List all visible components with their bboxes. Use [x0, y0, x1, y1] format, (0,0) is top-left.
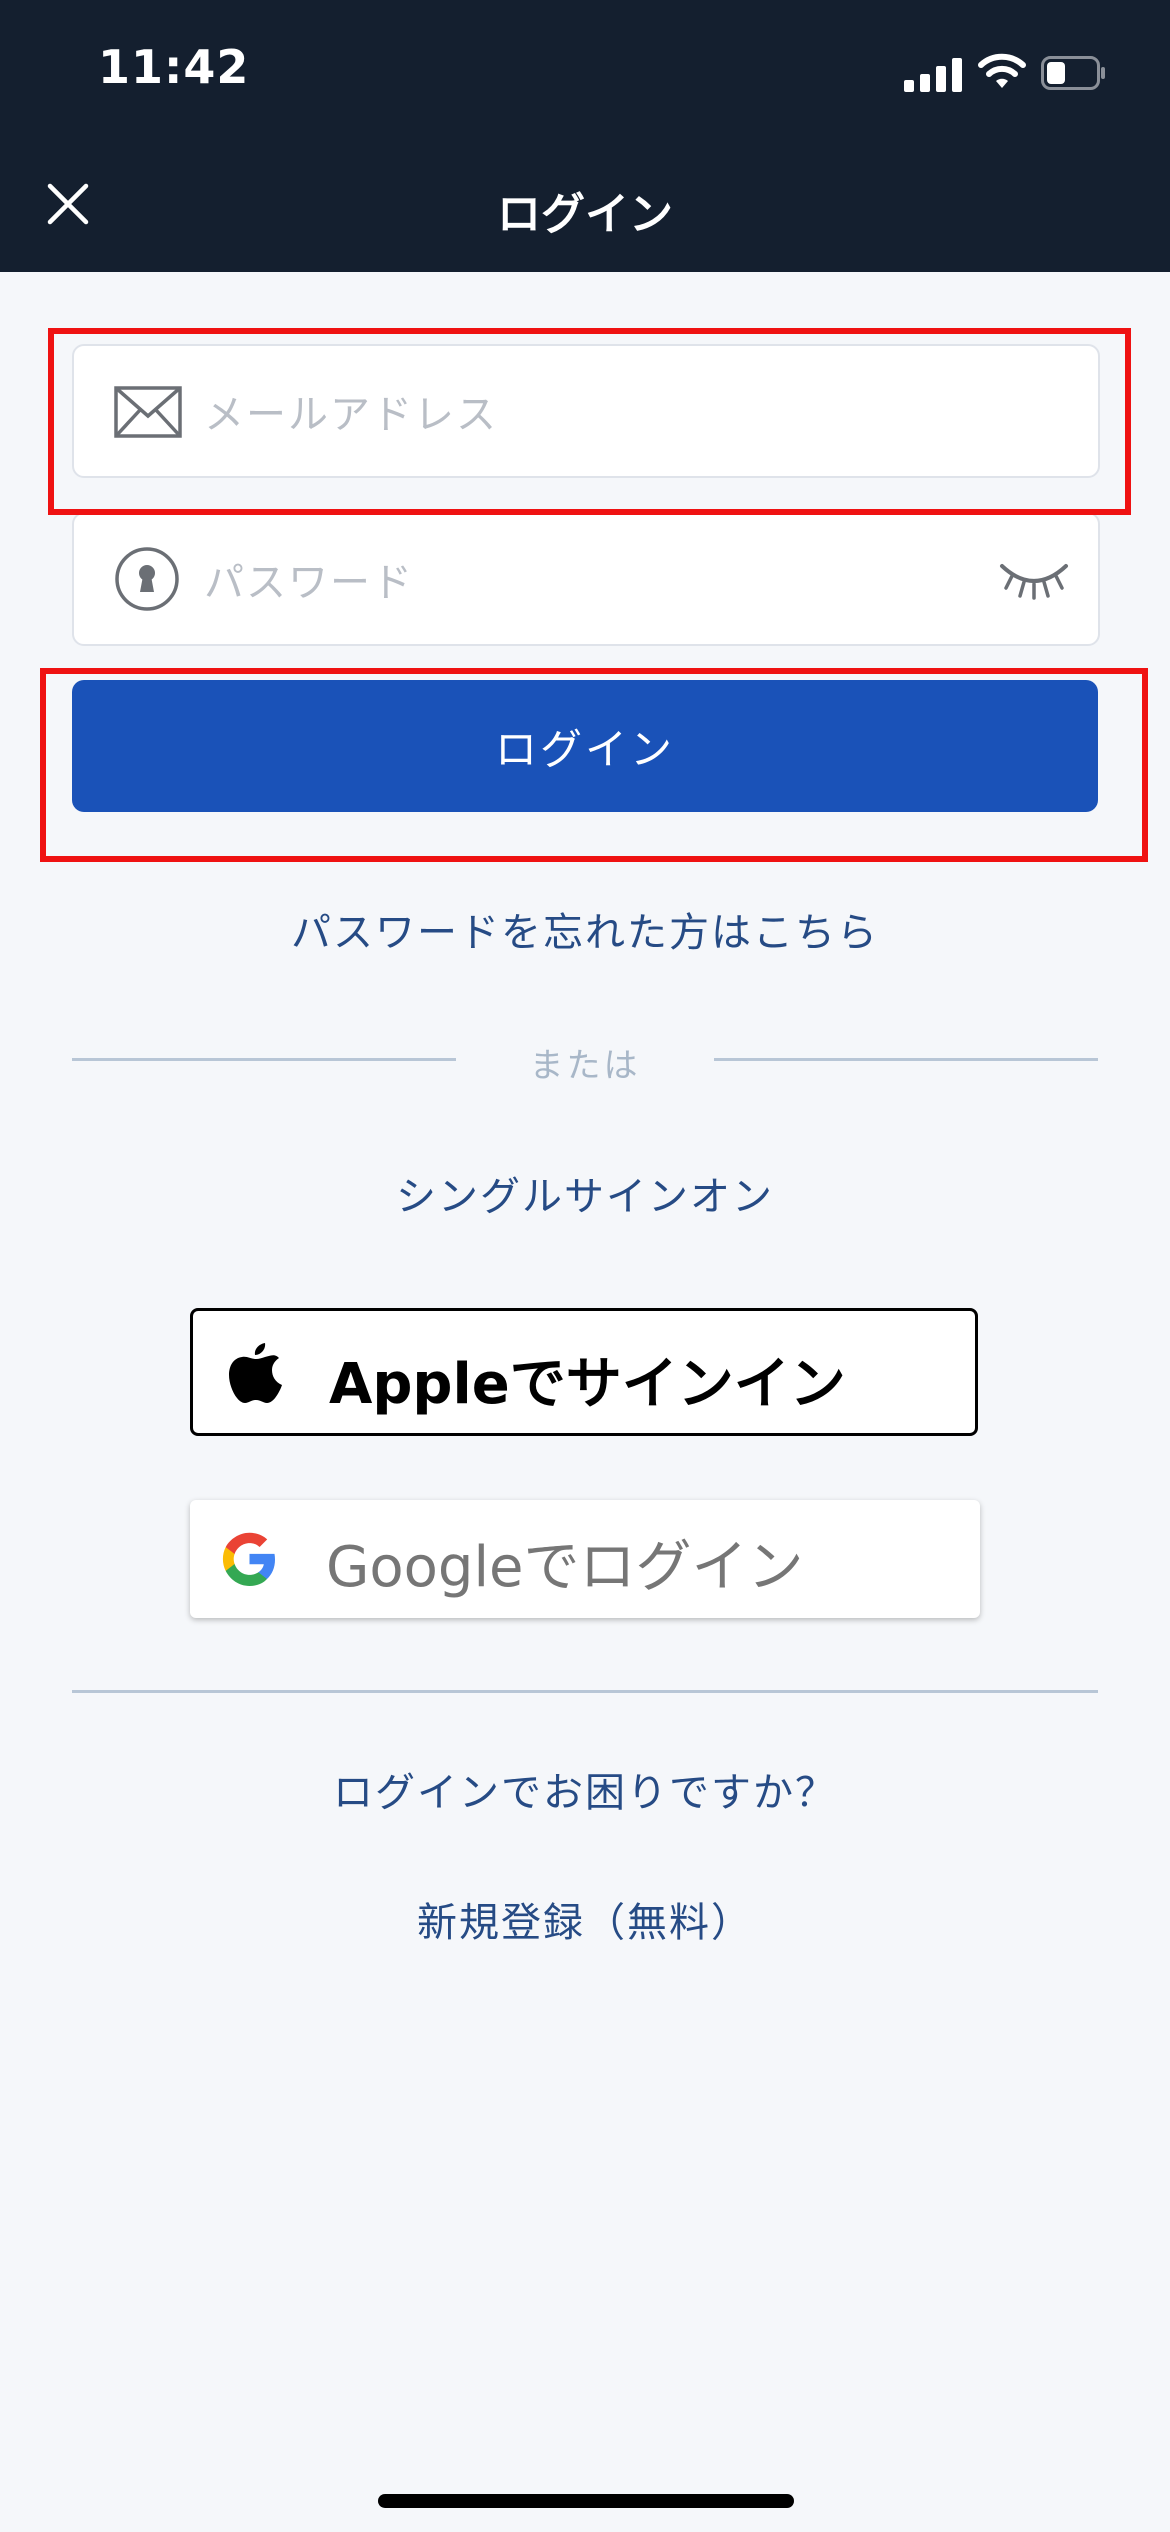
signal-icon: [904, 56, 962, 92]
password-placeholder: パスワード: [204, 560, 414, 606]
apple-signin-label: Appleでサインイン: [329, 1352, 846, 1417]
divider-bottom: [72, 1690, 1098, 1693]
google-label-brand: Google: [326, 1535, 524, 1600]
email-highlight-box: [48, 328, 1131, 515]
page-title: ログイン: [497, 189, 673, 240]
google-label-rest: でログイン: [523, 1535, 804, 1600]
apple-signin-button[interactable]: Appleでサインイン: [190, 1308, 978, 1436]
battery-icon: [1041, 56, 1105, 90]
login-help-link[interactable]: ログインでお困りですか？: [0, 1760, 1170, 1818]
or-separator-label: または: [529, 1046, 641, 1086]
forgot-password-link[interactable]: パスワードを忘れた方はこちら: [0, 900, 1170, 958]
keyhole-icon: [115, 547, 179, 611]
status-time: 11:42: [98, 40, 250, 94]
register-link[interactable]: 新規登録（無料）: [0, 1890, 1170, 1948]
home-indicator: [378, 2494, 794, 2508]
sso-link[interactable]: シングルサインオン: [0, 1164, 1170, 1222]
google-login-label: Googleでログイン: [326, 1522, 803, 1603]
google-login-button[interactable]: Googleでログイン: [190, 1500, 980, 1618]
wifi-icon: [978, 53, 1026, 88]
password-field[interactable]: パスワード: [72, 512, 1100, 646]
eye-closed-icon[interactable]: [998, 556, 1070, 602]
login-highlight-box: [40, 668, 1148, 862]
apple-icon: [229, 1343, 282, 1403]
google-icon: [222, 1532, 275, 1586]
